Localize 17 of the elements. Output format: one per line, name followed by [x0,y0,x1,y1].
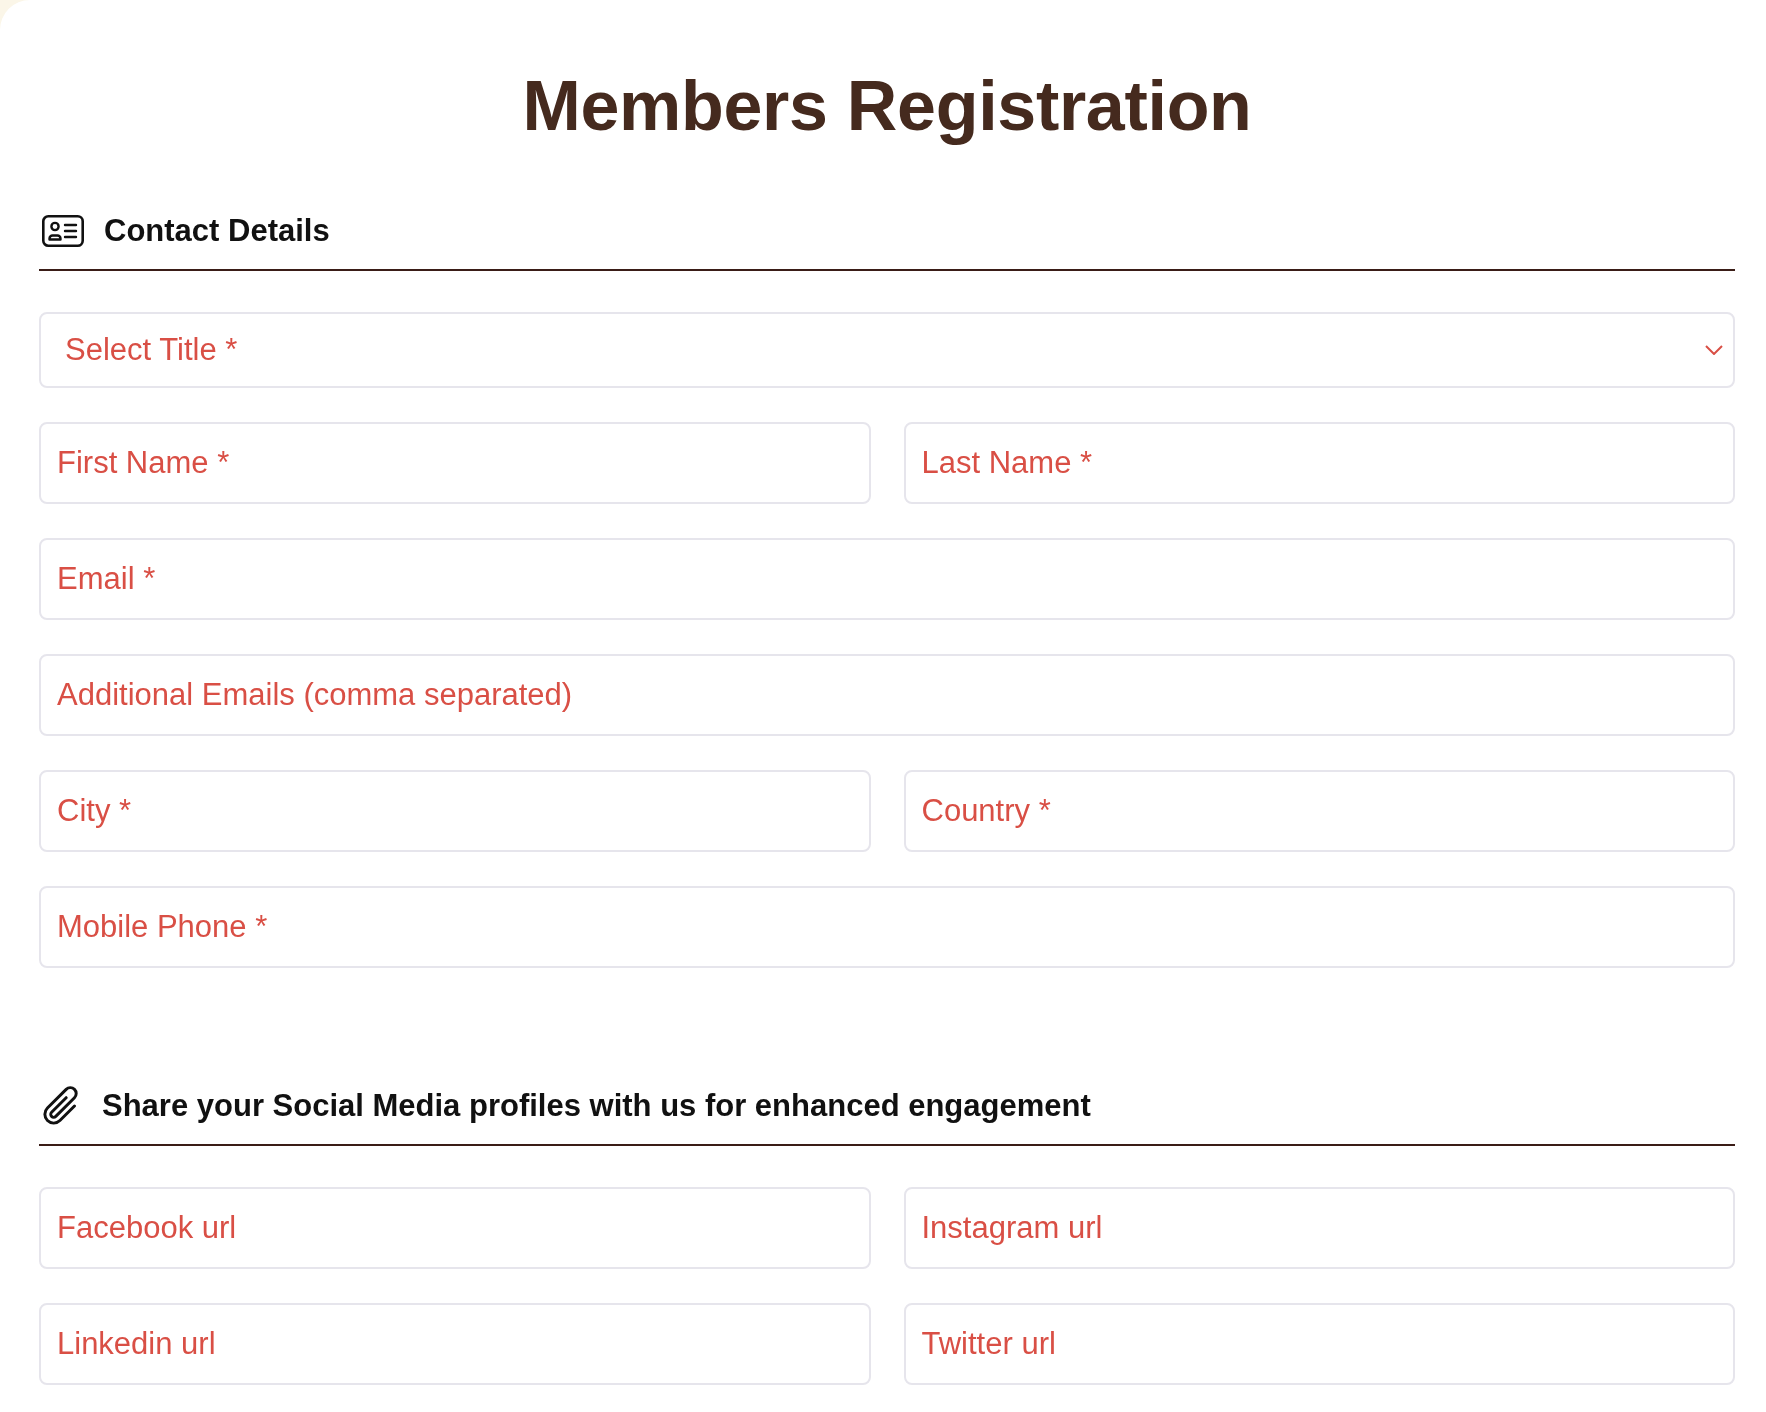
input-field[interactable]: Additional Emails (comma separated) [39,654,1735,736]
input-field[interactable]: First Name * [39,422,871,504]
page-title: Members Registration [521,66,1253,147]
input-field[interactable]: Instagram url [903,1187,1735,1269]
input-field[interactable]: Last Name * [903,422,1735,504]
input-field[interactable]: Mobile Phone * [39,886,1735,968]
id-card-icon [42,215,84,247]
input-field[interactable]: Country * [903,770,1735,852]
input-field[interactable]: City * [39,770,871,852]
input-field[interactable]: Twitter url [903,1303,1735,1385]
dropdown-field[interactable]: Select Title * [39,312,1735,388]
section-heading: Share your Social Media profiles with us for enhanced engagement [102,1087,1091,1125]
section-heading: Contact Details [104,212,330,250]
chevron-down-icon [1705,345,1723,355]
input-field[interactable]: Facebook url [39,1187,871,1269]
input-field[interactable]: Email * [39,538,1735,620]
input-field[interactable]: Linkedin url [39,1303,871,1385]
